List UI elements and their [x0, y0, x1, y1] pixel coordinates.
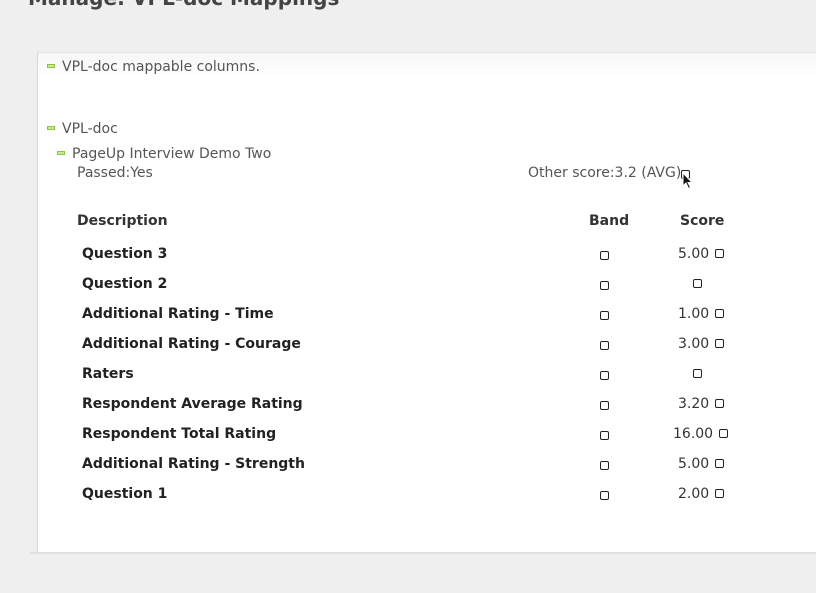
- collapse-section-minus-icon[interactable]: [47, 64, 55, 68]
- score-value: 16.00: [673, 426, 714, 442]
- score-checkbox[interactable]: [719, 429, 729, 438]
- score-cell: 1.00: [678, 306, 725, 322]
- collapse-interview-minus-icon[interactable]: [57, 151, 65, 155]
- score-value: 2.00: [678, 486, 710, 502]
- section-title: VPL-doc mappable columns.: [62, 59, 260, 75]
- score-value: 3.20: [678, 396, 710, 412]
- score-cell: 16.00: [673, 426, 729, 442]
- mouse-cursor-icon: [682, 172, 694, 190]
- band-checkbox[interactable]: [600, 341, 609, 350]
- other-score-value: 3.2 (AVG): [614, 165, 682, 181]
- band-checkbox[interactable]: [600, 281, 609, 290]
- score-cell: 3.20: [678, 396, 725, 412]
- column-header-description: Description: [77, 213, 168, 229]
- score-value: 3.00: [678, 336, 710, 352]
- group-title: VPL-doc: [62, 121, 118, 137]
- score-checkbox[interactable]: [715, 489, 725, 498]
- band-checkbox[interactable]: [600, 311, 609, 320]
- score-checkbox[interactable]: [715, 399, 725, 408]
- other-score-label: Other score:: [528, 165, 615, 181]
- band-checkbox[interactable]: [600, 431, 609, 440]
- passed-label: Passed:: [77, 165, 131, 181]
- score-cell: 5.00: [678, 456, 725, 472]
- band-checkbox[interactable]: [600, 461, 609, 470]
- page-title: Manage: VPL-doc Mappings: [28, 0, 339, 10]
- score-value: 5.00: [678, 456, 710, 472]
- panel-shadow: [30, 552, 816, 555]
- score-cell: [693, 366, 702, 382]
- score-cell: 3.00: [678, 336, 725, 352]
- score-checkbox[interactable]: [715, 459, 725, 468]
- passed-value: Yes: [130, 165, 153, 181]
- collapse-group-minus-icon[interactable]: [47, 126, 55, 130]
- interview-title: PageUp Interview Demo Two: [72, 146, 272, 162]
- score-checkbox[interactable]: [693, 369, 702, 378]
- row-label: Respondent Average Rating: [82, 396, 303, 412]
- row-label: Additional Rating - Strength: [82, 456, 305, 472]
- row-label: Additional Rating - Time: [82, 306, 274, 322]
- band-checkbox[interactable]: [600, 371, 609, 380]
- score-cell: 5.00: [678, 246, 725, 262]
- column-header-score: Score: [680, 213, 725, 229]
- score-checkbox[interactable]: [715, 339, 725, 348]
- mapping-panel: VPL-doc mappable columns. VPL-doc PageUp…: [37, 52, 816, 552]
- row-label: Question 1: [82, 486, 168, 502]
- score-value: 5.00: [678, 246, 710, 262]
- score-value: 1.00: [678, 306, 710, 322]
- score-cell: 2.00: [678, 486, 725, 502]
- score-checkbox[interactable]: [693, 279, 702, 288]
- score-checkbox[interactable]: [715, 249, 725, 258]
- band-checkbox[interactable]: [600, 401, 609, 410]
- row-label: Raters: [82, 366, 134, 382]
- row-label: Respondent Total Rating: [82, 426, 277, 442]
- score-cell: [693, 276, 702, 292]
- passed-row: Passed:Yes: [77, 165, 153, 181]
- column-header-band: Band: [589, 213, 630, 229]
- row-label: Question 2: [82, 276, 168, 292]
- row-label: Question 3: [82, 246, 168, 262]
- other-score-row: Other score:3.2 (AVG): [528, 165, 681, 181]
- row-label: Additional Rating - Courage: [82, 336, 301, 352]
- band-checkbox[interactable]: [600, 251, 609, 260]
- band-checkbox[interactable]: [600, 491, 609, 500]
- score-checkbox[interactable]: [715, 309, 725, 318]
